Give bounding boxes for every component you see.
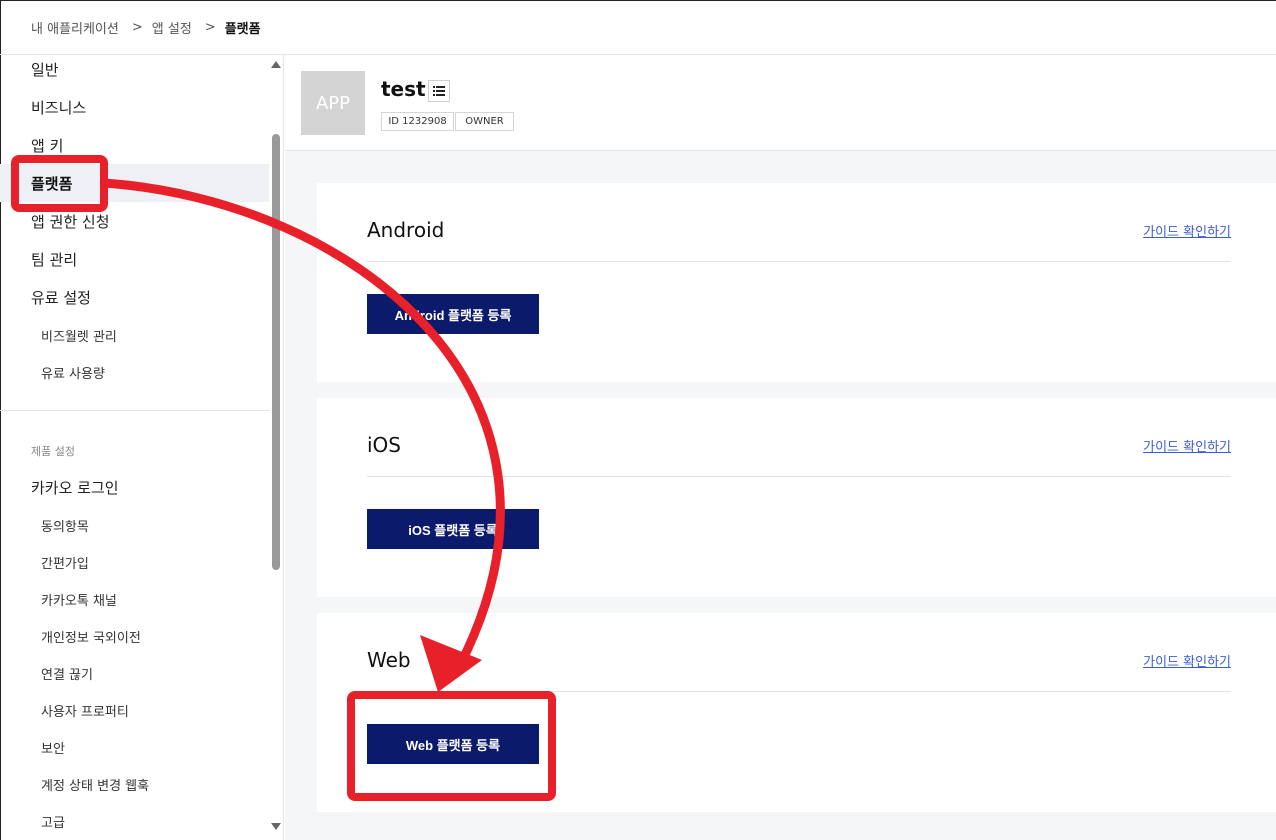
sidebar-item-team[interactable]: 팀 관리	[31, 249, 77, 270]
app-menu-button[interactable]	[428, 80, 450, 102]
sidebar-subitem-consent[interactable]: 동의항목	[41, 516, 89, 535]
card-divider	[367, 261, 1231, 262]
guide-link[interactable]: 가이드 확인하기	[1143, 651, 1231, 670]
sidebar-scroll-thumb[interactable]	[272, 134, 280, 570]
app-name: test	[381, 77, 426, 101]
main-content: APP test ID 1232908 OWNER Android 가이드 확인…	[285, 55, 1276, 840]
sidebar-item-app-keys[interactable]: 앱 키	[31, 135, 63, 156]
app-id-tag: ID 1232908	[381, 112, 454, 131]
scroll-down-arrow-icon[interactable]	[271, 823, 281, 830]
breadcrumb: 내 애플리케이션 > 앱 설정 > 플랫폼	[0, 1, 1276, 55]
sidebar-section-title: 제품 설정	[31, 445, 75, 458]
sidebar-subitem-kakaotalk-channel[interactable]: 카카오톡 채널	[41, 590, 117, 609]
guide-link[interactable]: 가이드 확인하기	[1143, 221, 1231, 240]
platform-card-web: Web 가이드 확인하기 Web 플랫폼 등록	[317, 613, 1276, 812]
sidebar-item-paid-settings[interactable]: 유료 설정	[31, 287, 91, 308]
sidebar-subitem-simple-signup[interactable]: 간편가입	[41, 553, 89, 572]
sidebar-subitem-advanced[interactable]: 고급	[41, 812, 65, 831]
breadcrumb-platform: 플랫폼	[224, 22, 261, 37]
ios-register-button[interactable]: iOS 플랫폼 등록	[367, 509, 539, 549]
platform-card-android: Android 가이드 확인하기 Android 플랫폼 등록	[317, 183, 1276, 382]
sidebar-item-platform[interactable]: 플랫폼	[31, 173, 72, 194]
sidebar-item-general[interactable]: 일반	[31, 59, 59, 80]
breadcrumb-separator: >	[131, 20, 143, 35]
platform-title: Android	[367, 218, 445, 242]
list-icon	[433, 86, 445, 96]
scroll-up-arrow-icon[interactable]	[271, 61, 281, 68]
app-header: APP test ID 1232908 OWNER	[285, 55, 1276, 151]
sidebar-subitem-unlink[interactable]: 연결 끊기	[41, 664, 93, 683]
guide-link[interactable]: 가이드 확인하기	[1143, 436, 1231, 455]
sidebar-item-app-permission[interactable]: 앱 권한 신청	[31, 211, 110, 232]
sidebar-subitem-security[interactable]: 보안	[41, 738, 65, 757]
sidebar-subitem-overseas-transfer[interactable]: 개인정보 국외이전	[41, 627, 141, 646]
web-register-button[interactable]: Web 플랫폼 등록	[367, 724, 539, 764]
sidebar-subitem-paid-usage[interactable]: 유료 사용량	[41, 363, 105, 382]
card-divider	[367, 476, 1231, 477]
sidebar-item-kakao-login[interactable]: 카카오 로그인	[31, 477, 119, 498]
platform-title: iOS	[367, 433, 401, 457]
sidebar-divider	[0, 410, 270, 411]
breadcrumb-separator: >	[204, 20, 216, 35]
sidebar: 일반 비즈니스 앱 키 플랫폼 앱 권한 신청 팀 관리 유료 설정 비즈월렛 …	[0, 55, 284, 840]
sidebar-subitem-user-property[interactable]: 사용자 프로퍼티	[41, 701, 129, 720]
app-icon: APP	[301, 71, 365, 135]
sidebar-subitem-account-webhook[interactable]: 계정 상태 변경 웹훅	[41, 775, 149, 794]
card-divider	[367, 691, 1231, 692]
sidebar-item-business[interactable]: 비즈니스	[31, 97, 86, 118]
breadcrumb-app-settings[interactable]: 앱 설정	[152, 18, 192, 37]
app-role-tag: OWNER	[455, 112, 514, 131]
android-register-button[interactable]: Android 플랫폼 등록	[367, 294, 539, 334]
sidebar-subitem-bizwallet[interactable]: 비즈월렛 관리	[41, 326, 117, 345]
platform-title: Web	[367, 648, 411, 672]
breadcrumb-my-apps[interactable]: 내 애플리케이션	[31, 18, 119, 37]
platform-card-ios: iOS 가이드 확인하기 iOS 플랫폼 등록	[317, 398, 1276, 597]
